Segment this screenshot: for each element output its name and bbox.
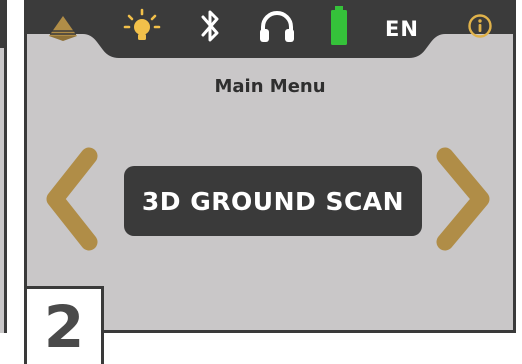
chevron-right-icon <box>436 147 490 251</box>
info-icon[interactable] <box>465 6 495 46</box>
chevron-left-icon <box>46 147 98 251</box>
headphones-icon[interactable] <box>256 6 298 46</box>
current-mode-button[interactable]: 3D GROUND SCAN <box>124 166 422 236</box>
language-selector[interactable]: EN <box>379 9 425 49</box>
bulb-icon[interactable] <box>122 6 162 46</box>
next-mode-button[interactable] <box>431 146 495 256</box>
current-mode-label: 3D GROUND SCAN <box>141 186 405 216</box>
language-label: EN <box>385 17 419 41</box>
previous-screen-status-bar <box>0 0 4 48</box>
battery-icon <box>327 6 351 46</box>
status-bar: EN <box>27 0 513 64</box>
pyramid-logo-icon <box>45 8 81 48</box>
previous-screen-edge <box>0 0 7 333</box>
manual-illustration: EN Main Menu 3D GROUND SCAN 2 <box>0 0 522 364</box>
step-number: 2 <box>43 292 85 361</box>
bluetooth-icon[interactable] <box>194 6 226 46</box>
device-screen: EN Main Menu 3D GROUND SCAN <box>24 0 516 333</box>
previous-mode-button[interactable] <box>41 146 101 256</box>
step-number-badge: 2 <box>24 286 104 364</box>
page-title: Main Menu <box>214 76 326 97</box>
